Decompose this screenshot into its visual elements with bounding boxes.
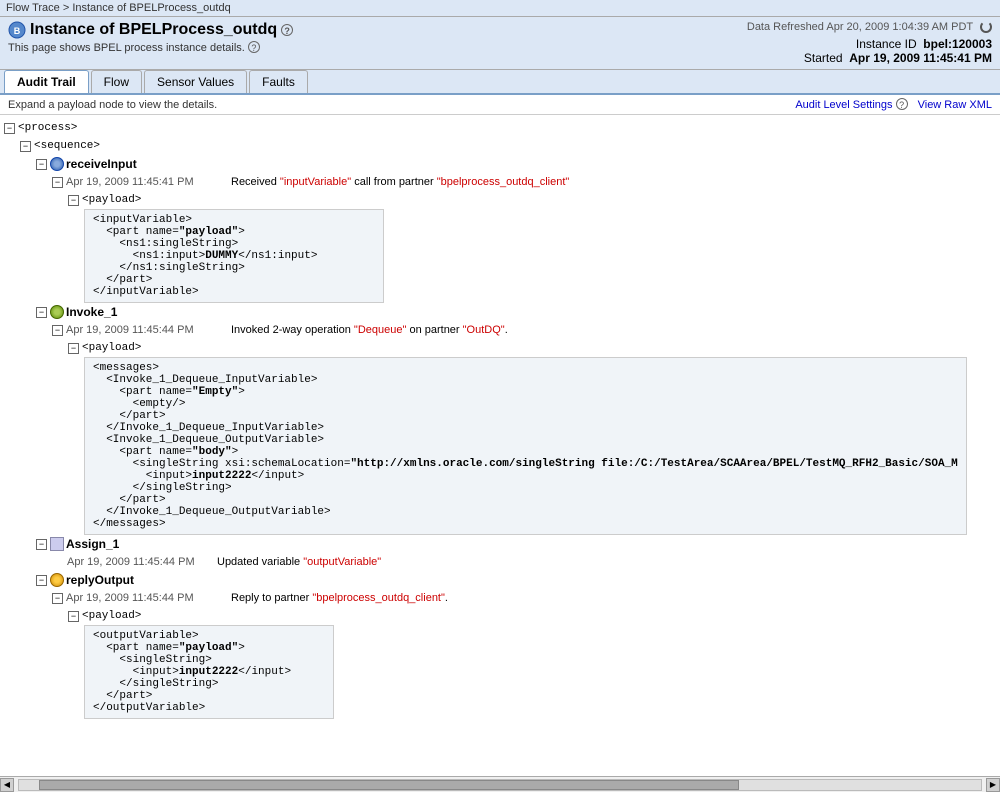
assign1-collapse[interactable]: − (36, 539, 47, 550)
log-entry-1-expand[interactable]: − (52, 177, 63, 188)
toolbar-row: Expand a payload node to view the detail… (0, 95, 1000, 115)
log-entry-3-message: Updated variable "outputVariable" (217, 553, 381, 571)
payload3-content: <outputVariable> <part name="payload"> <… (84, 625, 334, 719)
payload2-content: <messages> <Invoke_1_Dequeue_InputVariab… (84, 357, 967, 535)
payload3-tag-row: − <payload> (0, 607, 1000, 625)
scroll-right-arrow[interactable]: ▶ (986, 778, 1000, 792)
horizontal-scrollbar[interactable]: ◀ ▶ (0, 776, 1000, 792)
bpel-icon: B (8, 21, 26, 39)
process-tag: <process> (18, 119, 77, 137)
header-left: B Instance of BPELProcess_outdq ? This p… (8, 21, 747, 54)
reply-output-collapse[interactable]: − (36, 575, 47, 586)
started-value: Apr 19, 2009 11:45:41 PM (849, 51, 992, 65)
payload3-collapse[interactable]: − (68, 611, 79, 622)
sequence-tag: <sequence> (34, 137, 100, 155)
log-entry-1-message: Received "inputVariable" call from partn… (231, 173, 569, 191)
payload2-box: <messages> <Invoke_1_Dequeue_InputVariab… (0, 357, 1000, 535)
reply-output-label: replyOutput (66, 571, 134, 589)
sequence-collapse[interactable]: − (20, 141, 31, 152)
receive-icon (50, 157, 64, 171)
tab-sensor-values[interactable]: Sensor Values (144, 70, 247, 93)
toolbar-hint: Expand a payload node to view the detail… (8, 99, 217, 111)
tab-flow[interactable]: Flow (91, 70, 142, 93)
refresh-info: Data Refreshed Apr 20, 2009 1:04:39 AM P… (747, 21, 992, 33)
refresh-icon (980, 21, 992, 33)
log-entry-4-row: − Apr 19, 2009 11:45:44 PM Reply to part… (0, 589, 1000, 607)
process-node: − <process> (0, 119, 1000, 137)
scroll-track[interactable] (18, 779, 982, 791)
receive-input-label: receiveInput (66, 155, 137, 173)
svg-text:B: B (14, 26, 21, 36)
sequence-node: − <sequence> (0, 137, 1000, 155)
subtitle-help-icon[interactable]: ? (248, 41, 260, 53)
payload2-collapse[interactable]: − (68, 343, 79, 354)
log-entry-4-timestamp: Apr 19, 2009 11:45:44 PM (66, 589, 221, 607)
content-area[interactable]: − <process> − <sequence> − receiveInput … (0, 115, 1000, 776)
toolbar-right: Audit Level Settings ? View Raw XML (795, 98, 992, 111)
log-entry-4-expand[interactable]: − (52, 593, 63, 604)
log-entry-2-message: Invoked 2-way operation "Dequeue" on par… (231, 321, 508, 339)
payload2-tag: <payload> (82, 339, 141, 357)
tabs-bar: Audit Trail Flow Sensor Values Faults (0, 70, 1000, 95)
tab-faults[interactable]: Faults (249, 70, 308, 93)
scroll-thumb[interactable] (39, 780, 739, 790)
tab-audit-trail[interactable]: Audit Trail (4, 70, 89, 93)
payload3-tag: <payload> (82, 607, 141, 625)
payload1-collapse[interactable]: − (68, 195, 79, 206)
view-raw-xml-link[interactable]: View Raw XML (918, 99, 992, 111)
invoke1-collapse[interactable]: − (36, 307, 47, 318)
receive-input-collapse[interactable]: − (36, 159, 47, 170)
receive-input-node: − receiveInput (0, 155, 1000, 173)
instance-info: Instance ID bpel:120003 Started Apr 19, … (747, 37, 992, 65)
header-area: B Instance of BPELProcess_outdq ? This p… (0, 17, 1000, 70)
payload1-tag-row: − <payload> (0, 191, 1000, 209)
page-title: B Instance of BPELProcess_outdq ? (8, 21, 747, 39)
log-entry-2-timestamp: Apr 19, 2009 11:45:44 PM (66, 321, 221, 339)
instance-id-value: bpel:120003 (923, 37, 992, 51)
reply-icon (50, 573, 64, 587)
audit-level-help-icon[interactable]: ? (896, 98, 908, 110)
breadcrumb: Flow Trace > Instance of BPELProcess_out… (0, 0, 1000, 17)
assign1-label: Assign_1 (66, 535, 119, 553)
scroll-left-arrow[interactable]: ◀ (0, 778, 14, 792)
payload1-tag: <payload> (82, 191, 141, 209)
log-entry-4-message: Reply to partner "bpelprocess_outdq_clie… (231, 589, 448, 607)
log-entry-2-expand[interactable]: − (52, 325, 63, 336)
log-entry-1-row: − Apr 19, 2009 11:45:41 PM Received "inp… (0, 173, 1000, 191)
payload2-tag-row: − <payload> (0, 339, 1000, 357)
tree-content: − <process> − <sequence> − receiveInput … (0, 115, 1000, 743)
log-entry-2-row: − Apr 19, 2009 11:45:44 PM Invoked 2-way… (0, 321, 1000, 339)
header-subtitle: This page shows BPEL process instance de… (8, 41, 747, 54)
payload3-box: <outputVariable> <part name="payload"> <… (0, 625, 1000, 719)
log-entry-3-row: Apr 19, 2009 11:45:44 PM Updated variabl… (0, 553, 1000, 571)
invoke1-label: Invoke_1 (66, 303, 117, 321)
reply-output-node: − replyOutput (0, 571, 1000, 589)
payload1-content: <inputVariable> <part name="payload"> <n… (84, 209, 384, 303)
invoke-icon (50, 305, 64, 319)
assign-icon (50, 537, 64, 551)
audit-level-settings-link[interactable]: Audit Level Settings ? (795, 98, 907, 111)
log-entry-1-timestamp: Apr 19, 2009 11:45:41 PM (66, 173, 221, 191)
invoke1-node: − Invoke_1 (0, 303, 1000, 321)
header-right: Data Refreshed Apr 20, 2009 1:04:39 AM P… (747, 21, 992, 65)
payload1-box: <inputVariable> <part name="payload"> <n… (0, 209, 1000, 303)
process-collapse[interactable]: − (4, 123, 15, 134)
log-entry-3-timestamp: Apr 19, 2009 11:45:44 PM (52, 553, 207, 571)
title-help-icon[interactable]: ? (281, 24, 293, 36)
assign1-node: − Assign_1 (0, 535, 1000, 553)
